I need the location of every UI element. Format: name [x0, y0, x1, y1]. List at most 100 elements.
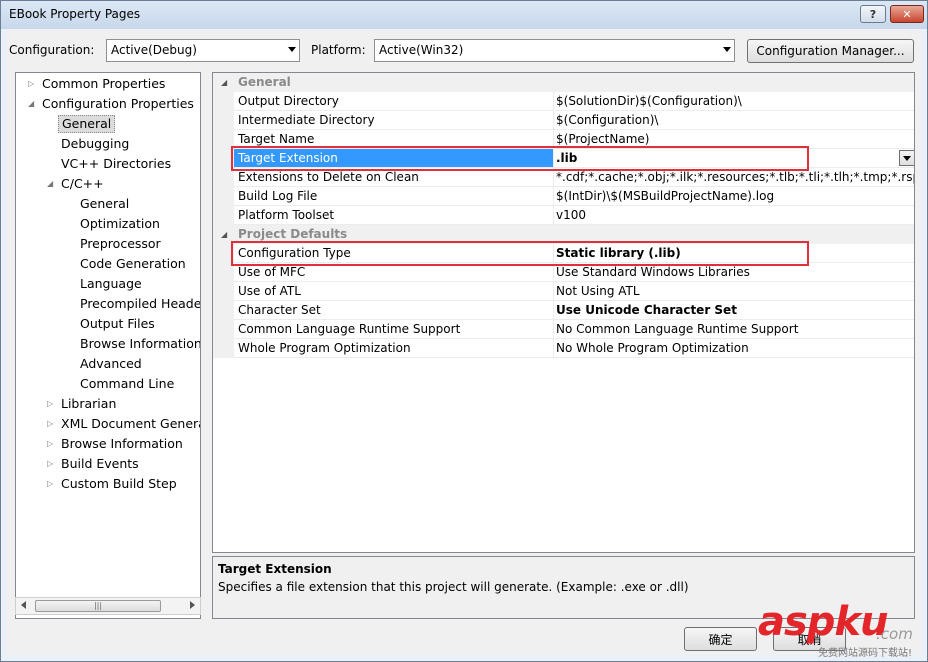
category-general[interactable]: ◢ General [213, 73, 914, 92]
tree-item-optimization[interactable]: Optimization [80, 215, 160, 233]
expand-icon[interactable]: ▷ [47, 415, 53, 433]
close-button[interactable]: ✕ [890, 5, 924, 23]
collapse-icon[interactable]: ◢ [221, 225, 227, 244]
expand-icon[interactable]: ▷ [47, 475, 53, 493]
tree-item-vc-directories[interactable]: VC++ Directories [61, 155, 171, 173]
description-text: Specifies a file extension that this pro… [218, 580, 689, 594]
tree-item-label: Optimization [80, 216, 160, 231]
tree-item-label: Browse Information [61, 436, 183, 451]
tree-item-label: VC++ Directories [61, 156, 172, 171]
tree-item-c-cpp[interactable]: ◢ C/C++ [47, 175, 104, 193]
highlight-box-configuration-type [231, 241, 809, 266]
tree-item-label: Debugging [61, 136, 130, 151]
property-name: Common Language Runtime Support [234, 320, 554, 339]
property-value[interactable]: No Common Language Runtime Support [554, 320, 914, 339]
property-row[interactable]: Character Set Use Unicode Character Set [213, 301, 914, 320]
category-label: General [238, 75, 291, 89]
tree-item-label: Preprocessor [80, 236, 161, 251]
property-value[interactable]: v100 [554, 206, 914, 225]
tree-item-configuration-properties[interactable]: ◢ Configuration Properties [28, 95, 194, 113]
watermark-suffix: .com [876, 625, 913, 643]
scroll-left-icon[interactable] [21, 601, 26, 609]
title-bar[interactable]: EBook Property Pages ? ✕ [1, 1, 927, 29]
dropdown-arrow-icon[interactable] [899, 150, 914, 166]
watermark-logo: aspku .com 免费网站源码下载站! [758, 602, 926, 660]
tree-item-output-files[interactable]: Output Files [80, 315, 155, 333]
watermark-subtitle: 免费网站源码下载站! [818, 648, 913, 659]
property-name: Platform Toolset [234, 206, 554, 225]
collapse-icon[interactable]: ◢ [47, 175, 53, 193]
watermark-brand: aspku [758, 599, 889, 645]
tree-item-browse-information[interactable]: Browse Information [80, 335, 200, 353]
property-value[interactable]: Use Unicode Character Set [554, 301, 914, 320]
tree-item-code-generation[interactable]: Code Generation [80, 255, 186, 273]
platform-label: Platform: [311, 43, 366, 57]
expand-icon[interactable]: ▷ [47, 455, 53, 473]
tree-item-preprocessor[interactable]: Preprocessor [80, 235, 161, 253]
property-row[interactable]: Build Log File $(IntDir)\$(MSBuildProjec… [213, 187, 914, 206]
tree-item-label: XML Document Generat [61, 416, 201, 431]
tree-item-command-line[interactable]: Command Line [80, 375, 174, 393]
chevron-down-icon [288, 47, 296, 52]
configuration-manager-button[interactable]: Configuration Manager... [747, 39, 914, 63]
tree-item-label: Configuration Properties [42, 96, 194, 111]
tree-item-label: Build Events [61, 456, 139, 471]
property-row[interactable]: Whole Program Optimization No Whole Prog… [213, 339, 914, 358]
property-value[interactable]: No Whole Program Optimization [554, 339, 914, 358]
tree-item-precompiled-headers[interactable]: Precompiled Header [80, 295, 201, 313]
property-grid[interactable]: ◢ General Output Directory $(SolutionDir… [212, 72, 915, 553]
tree-horizontal-scrollbar[interactable]: ||| [15, 597, 201, 615]
tree-item-label: Advanced [80, 356, 142, 371]
property-value[interactable]: Not Using ATL [554, 282, 914, 301]
highlight-box-target-extension [231, 146, 809, 171]
tree-item-label: Language [80, 276, 142, 291]
configuration-label: Configuration: [9, 43, 95, 57]
expand-icon[interactable]: ▷ [28, 75, 34, 93]
tree-item-label: General [62, 116, 112, 131]
property-tree[interactable]: ▷ Common Properties ◢ Configuration Prop… [15, 72, 201, 619]
grip-icon: ||| [93, 601, 103, 610]
tree-item-label: Command Line [80, 376, 175, 391]
property-value[interactable]: $(Configuration)\ [554, 111, 914, 130]
tree-item-language[interactable]: Language [80, 275, 142, 293]
configuration-value: Active(Debug) [111, 43, 197, 57]
tree-item-label: Precompiled Header [80, 296, 201, 311]
tree-item-custom-build-step[interactable]: ▷ Custom Build Step [47, 475, 177, 493]
property-name: Use of ATL [234, 282, 554, 301]
property-row[interactable]: Common Language Runtime Support No Commo… [213, 320, 914, 339]
tree-item-common-properties[interactable]: ▷ Common Properties [28, 75, 165, 93]
tree-item-browse-information-top[interactable]: ▷ Browse Information [47, 435, 183, 453]
tree-item-c-general[interactable]: General [80, 195, 129, 213]
tree-item-general[interactable]: General [58, 115, 116, 133]
help-button[interactable]: ? [860, 5, 886, 23]
property-value[interactable]: $(SolutionDir)$(Configuration)\ [554, 92, 914, 111]
property-row[interactable]: Use of ATL Not Using ATL [213, 282, 914, 301]
tree-item-label: Output Files [80, 316, 155, 331]
scroll-right-icon[interactable] [190, 601, 195, 609]
property-row[interactable]: Platform Toolset v100 [213, 206, 914, 225]
tree-item-xml-document[interactable]: ▷ XML Document Generat [47, 415, 201, 433]
platform-select[interactable]: Active(Win32) [374, 39, 735, 62]
scroll-thumb[interactable]: ||| [35, 600, 161, 612]
tree-item-debugging[interactable]: Debugging [61, 135, 129, 153]
tree-item-advanced[interactable]: Advanced [80, 355, 142, 373]
expand-icon[interactable]: ▷ [47, 435, 53, 453]
platform-value: Active(Win32) [379, 43, 464, 57]
ok-button[interactable]: 确定 [684, 627, 757, 651]
tree-item-label: Librarian [61, 396, 117, 411]
property-name: Character Set [234, 301, 554, 320]
property-row[interactable]: Output Directory $(SolutionDir)$(Configu… [213, 92, 914, 111]
expand-icon[interactable]: ▷ [47, 395, 53, 413]
tree-item-librarian[interactable]: ▷ Librarian [47, 395, 117, 413]
configuration-select[interactable]: Active(Debug) [106, 39, 300, 62]
tree-item-label: General [80, 196, 130, 211]
property-value[interactable]: $(IntDir)\$(MSBuildProjectName).log [554, 187, 914, 206]
collapse-icon[interactable]: ◢ [28, 95, 34, 113]
close-icon: ✕ [902, 7, 912, 21]
collapse-icon[interactable]: ◢ [221, 73, 227, 92]
tree-item-build-events[interactable]: ▷ Build Events [47, 455, 139, 473]
tree-item-label: Custom Build Step [61, 476, 177, 491]
property-row[interactable]: Intermediate Directory $(Configuration)\ [213, 111, 914, 130]
window-title: EBook Property Pages [9, 7, 141, 21]
property-name: Intermediate Directory [234, 111, 554, 130]
